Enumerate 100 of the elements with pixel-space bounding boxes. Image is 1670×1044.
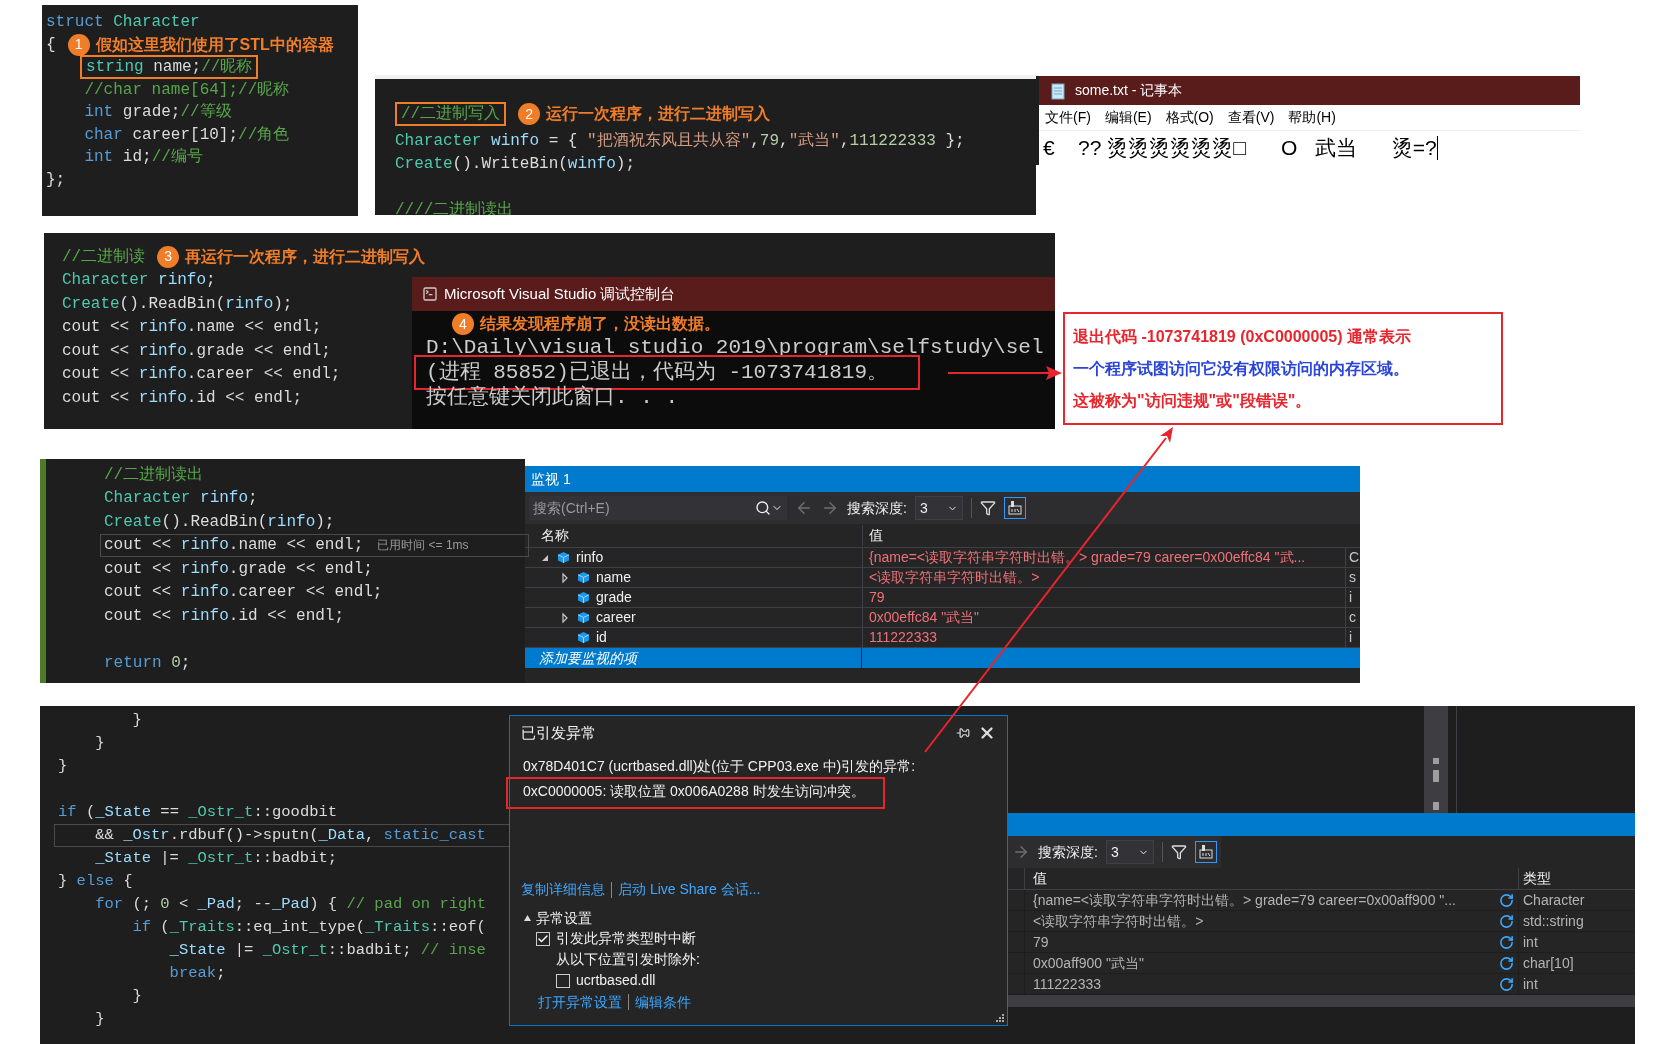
notepad-icon xyxy=(1049,81,1067,100)
column-header[interactable]: 值 xyxy=(1024,868,1518,889)
watch-value-cell-text: <读取字符串字符时出错。> xyxy=(1033,911,1205,931)
column-header[interactable]: 值 xyxy=(862,525,1360,546)
text-format-button[interactable] xyxy=(1003,497,1026,519)
depth-label: 搜索深度: xyxy=(847,498,907,518)
menu-item[interactable]: 帮助(H) xyxy=(1288,107,1336,128)
exception-note: 从以下位置引发时除外: xyxy=(555,950,701,969)
callout-text: 再运行一次程序，进行二进制写入 xyxy=(185,246,426,267)
watch-value-cell: 111222333 xyxy=(862,628,1345,647)
link[interactable]: 复制详细信息 xyxy=(521,879,605,900)
checkbox[interactable] xyxy=(556,973,570,988)
link[interactable]: 启动 Live Share 会话... xyxy=(618,879,761,900)
menu-item[interactable]: 文件(F) xyxy=(1045,107,1091,128)
watch-value-cell: 0x00effc84 "武当" xyxy=(862,608,1345,627)
resize-grip-icon[interactable] xyxy=(994,1012,1004,1022)
code-line: if (_Traits::eq_int_type(_Traits::eof( xyxy=(131,916,486,938)
text-cursor xyxy=(1436,136,1438,160)
add-watch-row[interactable]: 添加要监视的项 xyxy=(525,648,1360,668)
section-title: 异常设置 xyxy=(536,908,592,928)
code-line: //二进制读出 xyxy=(104,464,204,486)
watch-value-cell-text: 79 xyxy=(1033,932,1050,952)
menu-item[interactable]: 查看(V) xyxy=(1227,107,1275,128)
code-line: cout << rinfo.career << endl; xyxy=(104,582,383,604)
code-line: return 0; xyxy=(104,652,191,674)
code-line: { xyxy=(46,34,56,56)
tab-icon xyxy=(1006,500,1023,516)
refresh-icon[interactable] xyxy=(1499,955,1514,971)
pin-icon[interactable] xyxy=(956,726,970,740)
watch-value-cell-text: {name=<读取字符串字符时出错。> grade=79 career=0x00aff900 "... xyxy=(1033,890,1457,910)
console-icon xyxy=(422,286,438,302)
code-line: } xyxy=(94,732,105,754)
watch-type-cell: c xyxy=(1345,608,1360,627)
code-line: char career[10];//角色 xyxy=(83,124,290,146)
close-icon[interactable] xyxy=(978,724,996,742)
filter-icon[interactable] xyxy=(1170,844,1187,860)
exception-message: 0xC0000005: 读取位置 0x006A0288 时发生访问冲突。 xyxy=(506,777,885,809)
link[interactable]: 打开异常设置 xyxy=(538,991,622,1013)
code-line: cout << rinfo.name << endl; xyxy=(104,535,364,557)
code-line: Character rinfo; xyxy=(62,270,216,292)
window-title: Microsoft Visual Studio 调试控制台 xyxy=(444,283,676,304)
code-line: && _Ostr.rdbuf()->sputn(_Data, static_cast xyxy=(94,824,486,846)
refresh-icon[interactable] xyxy=(1499,913,1514,929)
watch-value-cell: 79 xyxy=(862,588,1345,607)
watch-name-cell-text: name xyxy=(596,568,632,587)
code-line: } else { xyxy=(58,870,133,892)
code-line: cout << rinfo.name << endl; xyxy=(62,317,322,339)
watch-type-cell: char[10] xyxy=(1518,953,1635,973)
code-line: int grade;//等级 xyxy=(83,102,232,124)
refresh-icon[interactable] xyxy=(1499,934,1514,950)
dialog-title: 已引发异常 xyxy=(521,722,596,743)
watch-value-cell: {name=<读取字符串字符时出错。> grade=79 career=0x00effc84 "武... xyxy=(862,548,1345,567)
callout-text: 运行一次程序，进行二进制写入 xyxy=(546,104,771,124)
scrollbar[interactable] xyxy=(1424,706,1448,813)
code-line: cout << rinfo.grade << endl; xyxy=(104,558,373,580)
checkbox[interactable] xyxy=(536,931,550,946)
callout-text: 结果发现程序崩了，没读出数据。 xyxy=(480,314,720,334)
refresh-icon[interactable] xyxy=(1499,976,1514,992)
text-format-button[interactable] xyxy=(1194,841,1217,863)
code-line: int id;//编号 xyxy=(83,147,203,169)
number-badge: 1 xyxy=(67,33,90,56)
depth-dropdown[interactable]: 3 xyxy=(914,496,963,520)
boxed-code: //二进制写入 xyxy=(395,102,507,126)
code-line: _State |= _Ostr_t::badbit; // inse xyxy=(168,939,486,961)
object-icon xyxy=(557,551,570,564)
code-line: Character rinfo; xyxy=(104,488,258,510)
code-line: } xyxy=(131,985,142,1007)
column-header[interactable]: 类型 xyxy=(1518,868,1635,889)
code-line: } xyxy=(58,755,68,777)
code-line: //char name[64];//昵称 xyxy=(83,79,290,101)
column-header[interactable]: 名称 xyxy=(525,525,862,546)
filter-icon[interactable] xyxy=(979,500,996,516)
checkbox-label: 引发此异常类型时中断 xyxy=(556,929,696,948)
link[interactable]: 编辑条件 xyxy=(635,991,691,1013)
watch-type-cell: C xyxy=(1345,548,1360,567)
menu-item[interactable]: 格式(O) xyxy=(1165,107,1214,128)
forward-arrow-icon[interactable] xyxy=(821,499,839,517)
watch-name-cell-text: career xyxy=(596,608,636,627)
watch-type-cell: s xyxy=(1345,568,1360,587)
number-badge: 4 xyxy=(452,313,474,335)
code-line: } xyxy=(131,709,142,731)
watch-value-cell-text: 111222333 xyxy=(1033,974,1102,994)
code-line: _State |= _Ostr_t::badbit; xyxy=(94,847,338,869)
window-title: some.txt - 记事本 xyxy=(1075,81,1183,100)
panel-title: 监视 1 xyxy=(531,469,571,489)
menu-item[interactable]: 编辑(E) xyxy=(1104,107,1152,128)
refresh-icon[interactable] xyxy=(1499,892,1514,908)
tab-icon xyxy=(1197,844,1214,860)
watch-name-cell-text: rinfo xyxy=(576,548,604,567)
depth-label: 搜索深度: xyxy=(1038,842,1098,862)
depth-dropdown[interactable]: 3 xyxy=(1105,840,1154,864)
number-badge: 3 xyxy=(157,245,180,268)
code-line: cout << rinfo.career << endl; xyxy=(62,364,341,386)
annotation-text: 这被称为"访问违规"或"段错误"。 xyxy=(1073,390,1313,411)
expanded-arrow-icon[interactable] xyxy=(523,913,532,923)
watch-type-cell: i xyxy=(1345,588,1360,607)
document-text: € ?? 烫烫烫烫烫烫□ O 武当 烫=? xyxy=(1043,135,1437,162)
forward-arrow-icon[interactable] xyxy=(1012,843,1030,861)
search-icon xyxy=(755,500,771,516)
watch-value-cell-text: 0x00aff900 "武当" xyxy=(1033,953,1145,973)
